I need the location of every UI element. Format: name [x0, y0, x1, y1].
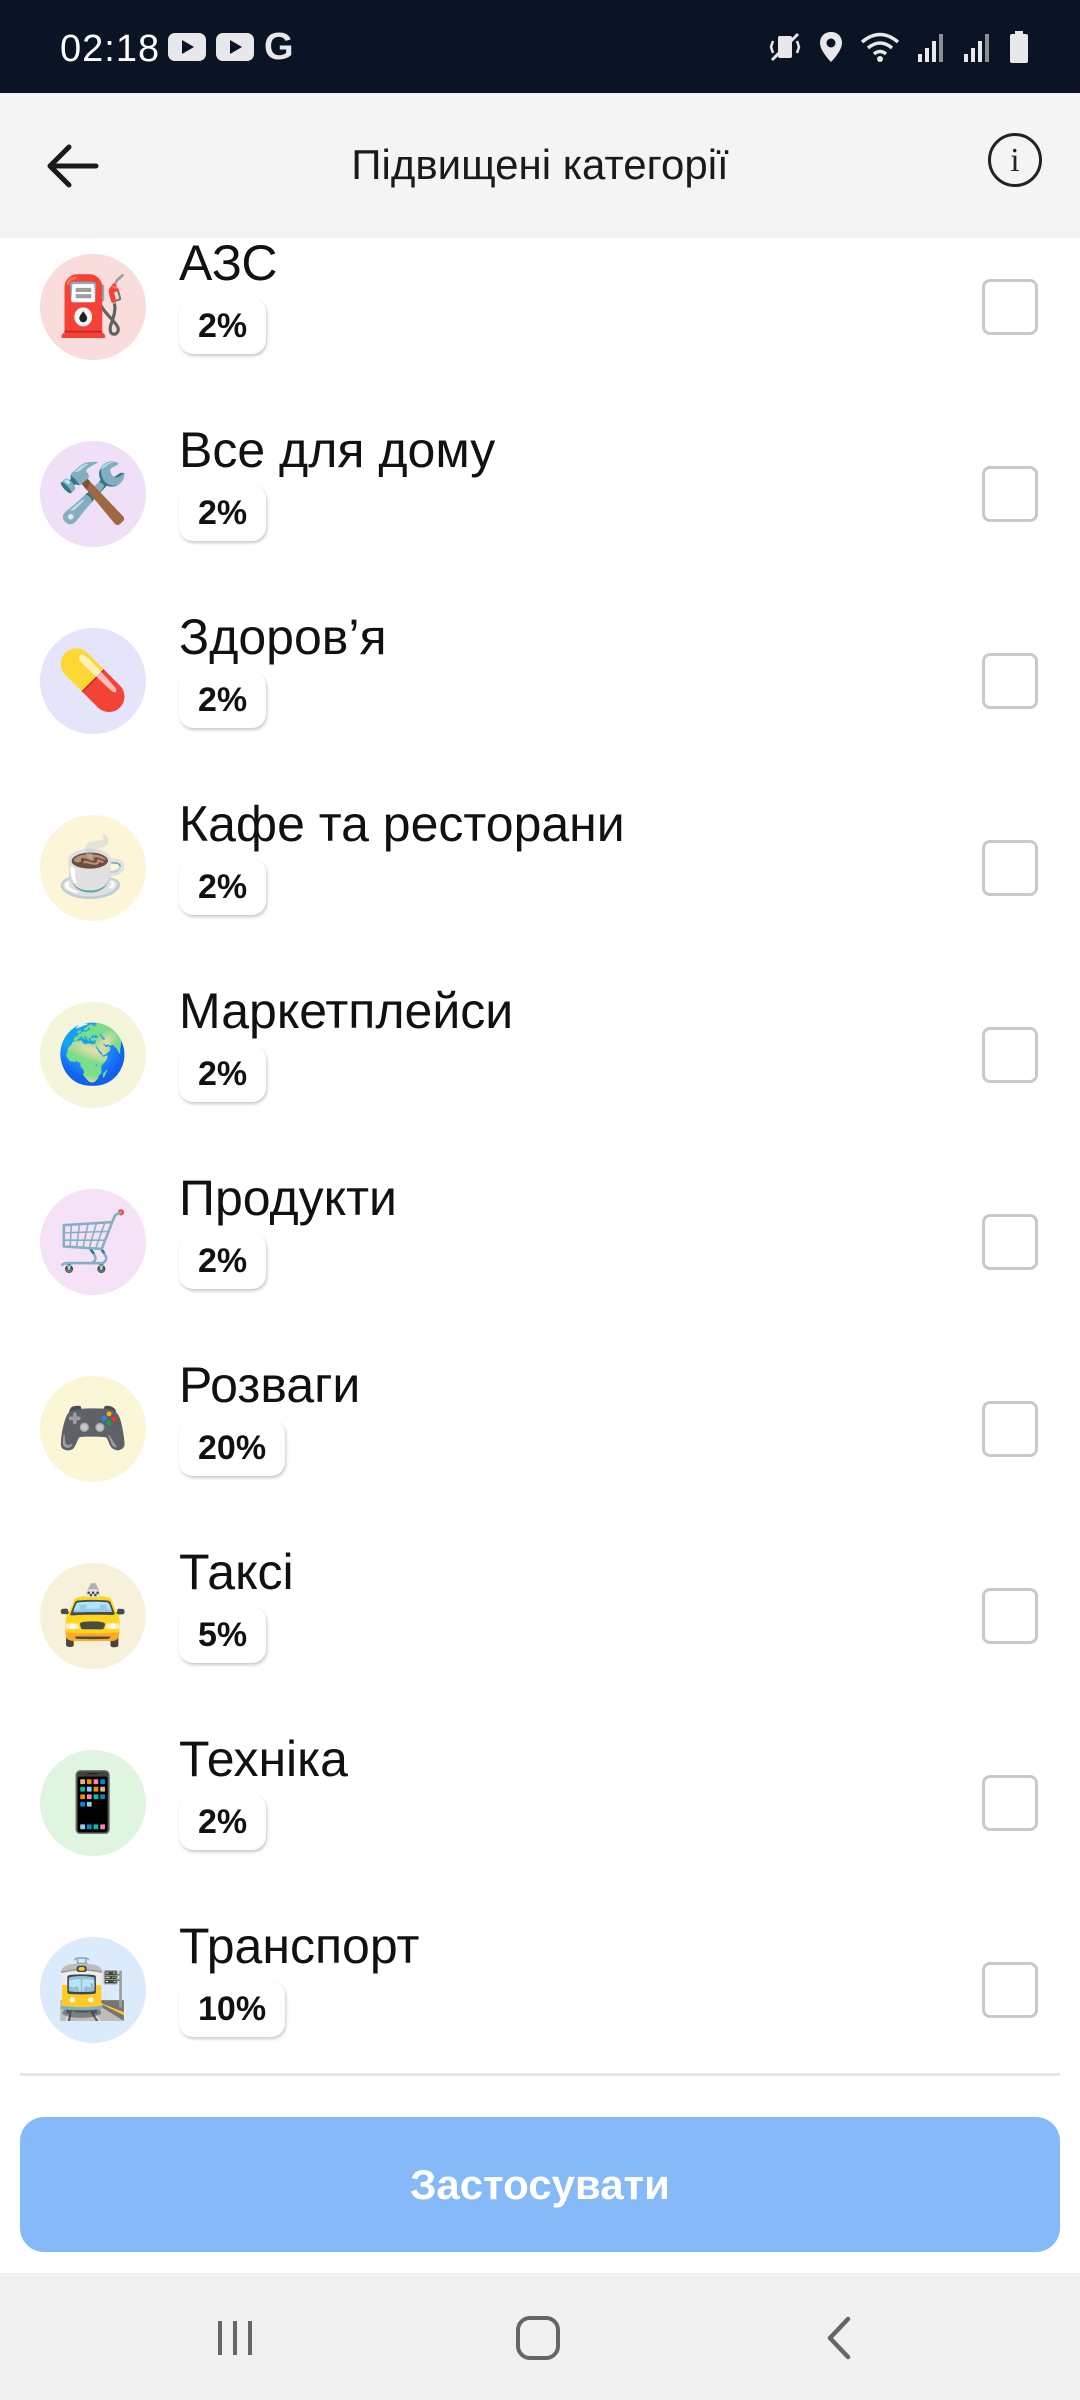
youtube-icon [168, 33, 206, 61]
home-button[interactable] [493, 2303, 583, 2373]
cashback-badge: 2% [179, 298, 267, 354]
category-icon: 📱 [40, 1750, 146, 1856]
cashback-badge: 2% [179, 1046, 267, 1102]
chevron-left-icon [827, 2316, 851, 2360]
page-title: Підвищені категорії [351, 141, 729, 188]
category-checkbox[interactable] [982, 653, 1038, 709]
category-row[interactable]: 🌍 Маркетплейси 2% [0, 966, 1080, 1153]
status-system-icons [768, 30, 1030, 64]
category-icon: 🚉 [40, 1937, 146, 2043]
category-name: Здоров’я [179, 609, 387, 665]
list-divider [20, 2073, 1060, 2076]
category-icon: 🎮 [40, 1376, 146, 1482]
status-bar: 02:18 G [0, 0, 1080, 93]
app-header: Підвищені категорії i [0, 93, 1080, 238]
home-icon [516, 2316, 560, 2360]
cashback-badge: 5% [179, 1607, 267, 1663]
battery-icon [1008, 30, 1030, 64]
wifi-icon [860, 30, 900, 64]
category-name: Кафе та ресторани [179, 796, 625, 852]
youtube-icon [216, 33, 254, 61]
apply-button[interactable]: Застосувати [20, 2117, 1060, 2252]
category-icon: ☕ [40, 815, 146, 921]
recents-icon [218, 2321, 252, 2355]
cashback-badge: 2% [179, 1233, 267, 1289]
category-checkbox[interactable] [982, 1588, 1038, 1644]
cashback-badge: 20% [179, 1420, 286, 1476]
google-icon: G [264, 26, 294, 68]
category-name: Транспорт [179, 1918, 420, 1974]
category-checkbox[interactable] [982, 1214, 1038, 1270]
cashback-badge: 2% [179, 1794, 267, 1850]
category-icon: 🚖 [40, 1563, 146, 1669]
category-icon: 💊 [40, 628, 146, 734]
category-name: Продукти [179, 1170, 397, 1226]
category-name: АЗС [179, 238, 278, 291]
recents-button[interactable] [190, 2303, 280, 2373]
category-row[interactable]: ⛽ АЗС 2% [0, 238, 1080, 405]
category-icon: 🛒 [40, 1189, 146, 1295]
category-icon: ⛽ [40, 254, 146, 360]
category-row[interactable]: 💊 Здоров’я 2% [0, 592, 1080, 779]
category-row[interactable]: 🚖 Таксі 5% [0, 1527, 1080, 1714]
category-name: Маркетплейси [179, 983, 514, 1039]
info-button[interactable]: i [988, 133, 1042, 187]
category-name: Розваги [179, 1357, 361, 1413]
system-nav-bar [0, 2273, 1080, 2400]
category-row[interactable]: 🛠️ Все для дому 2% [0, 405, 1080, 592]
location-icon [818, 30, 844, 64]
category-checkbox[interactable] [982, 1401, 1038, 1457]
category-row[interactable]: 🚉 Транспорт 10% [0, 1901, 1080, 2073]
cashback-badge: 2% [179, 859, 267, 915]
signal-icon [916, 30, 946, 64]
signal-icon [962, 30, 992, 64]
category-list[interactable]: ⛽ АЗС 2% 🛠️ Все для дому 2% 💊 Здоров’я 2% ☕ Кафе т… [0, 238, 1080, 2073]
category-row[interactable]: 📱 Техніка 2% [0, 1714, 1080, 1901]
category-checkbox[interactable] [982, 466, 1038, 522]
category-checkbox[interactable] [982, 840, 1038, 896]
category-row[interactable]: 🎮 Розваги 20% [0, 1340, 1080, 1527]
category-checkbox[interactable] [982, 1962, 1038, 2018]
category-checkbox[interactable] [982, 1027, 1038, 1083]
category-checkbox[interactable] [982, 279, 1038, 335]
cashback-badge: 2% [179, 485, 267, 541]
info-icon: i [1010, 142, 1020, 179]
cashback-badge: 2% [179, 672, 267, 728]
system-back-button[interactable] [795, 2303, 885, 2373]
category-row[interactable]: ☕ Кафе та ресторани 2% [0, 779, 1080, 966]
category-name: Техніка [179, 1731, 348, 1787]
category-icon: 🌍 [40, 1002, 146, 1108]
vibrate-icon [768, 30, 802, 64]
status-notification-icons: G [168, 26, 294, 68]
category-icon: 🛠️ [40, 441, 146, 547]
category-name: Таксі [179, 1544, 294, 1600]
category-row[interactable]: 🛒 Продукти 2% [0, 1153, 1080, 1340]
cashback-badge: 10% [179, 1981, 286, 2037]
category-checkbox[interactable] [982, 1775, 1038, 1831]
status-time: 02:18 [60, 28, 161, 70]
category-name: Все для дому [179, 422, 496, 478]
